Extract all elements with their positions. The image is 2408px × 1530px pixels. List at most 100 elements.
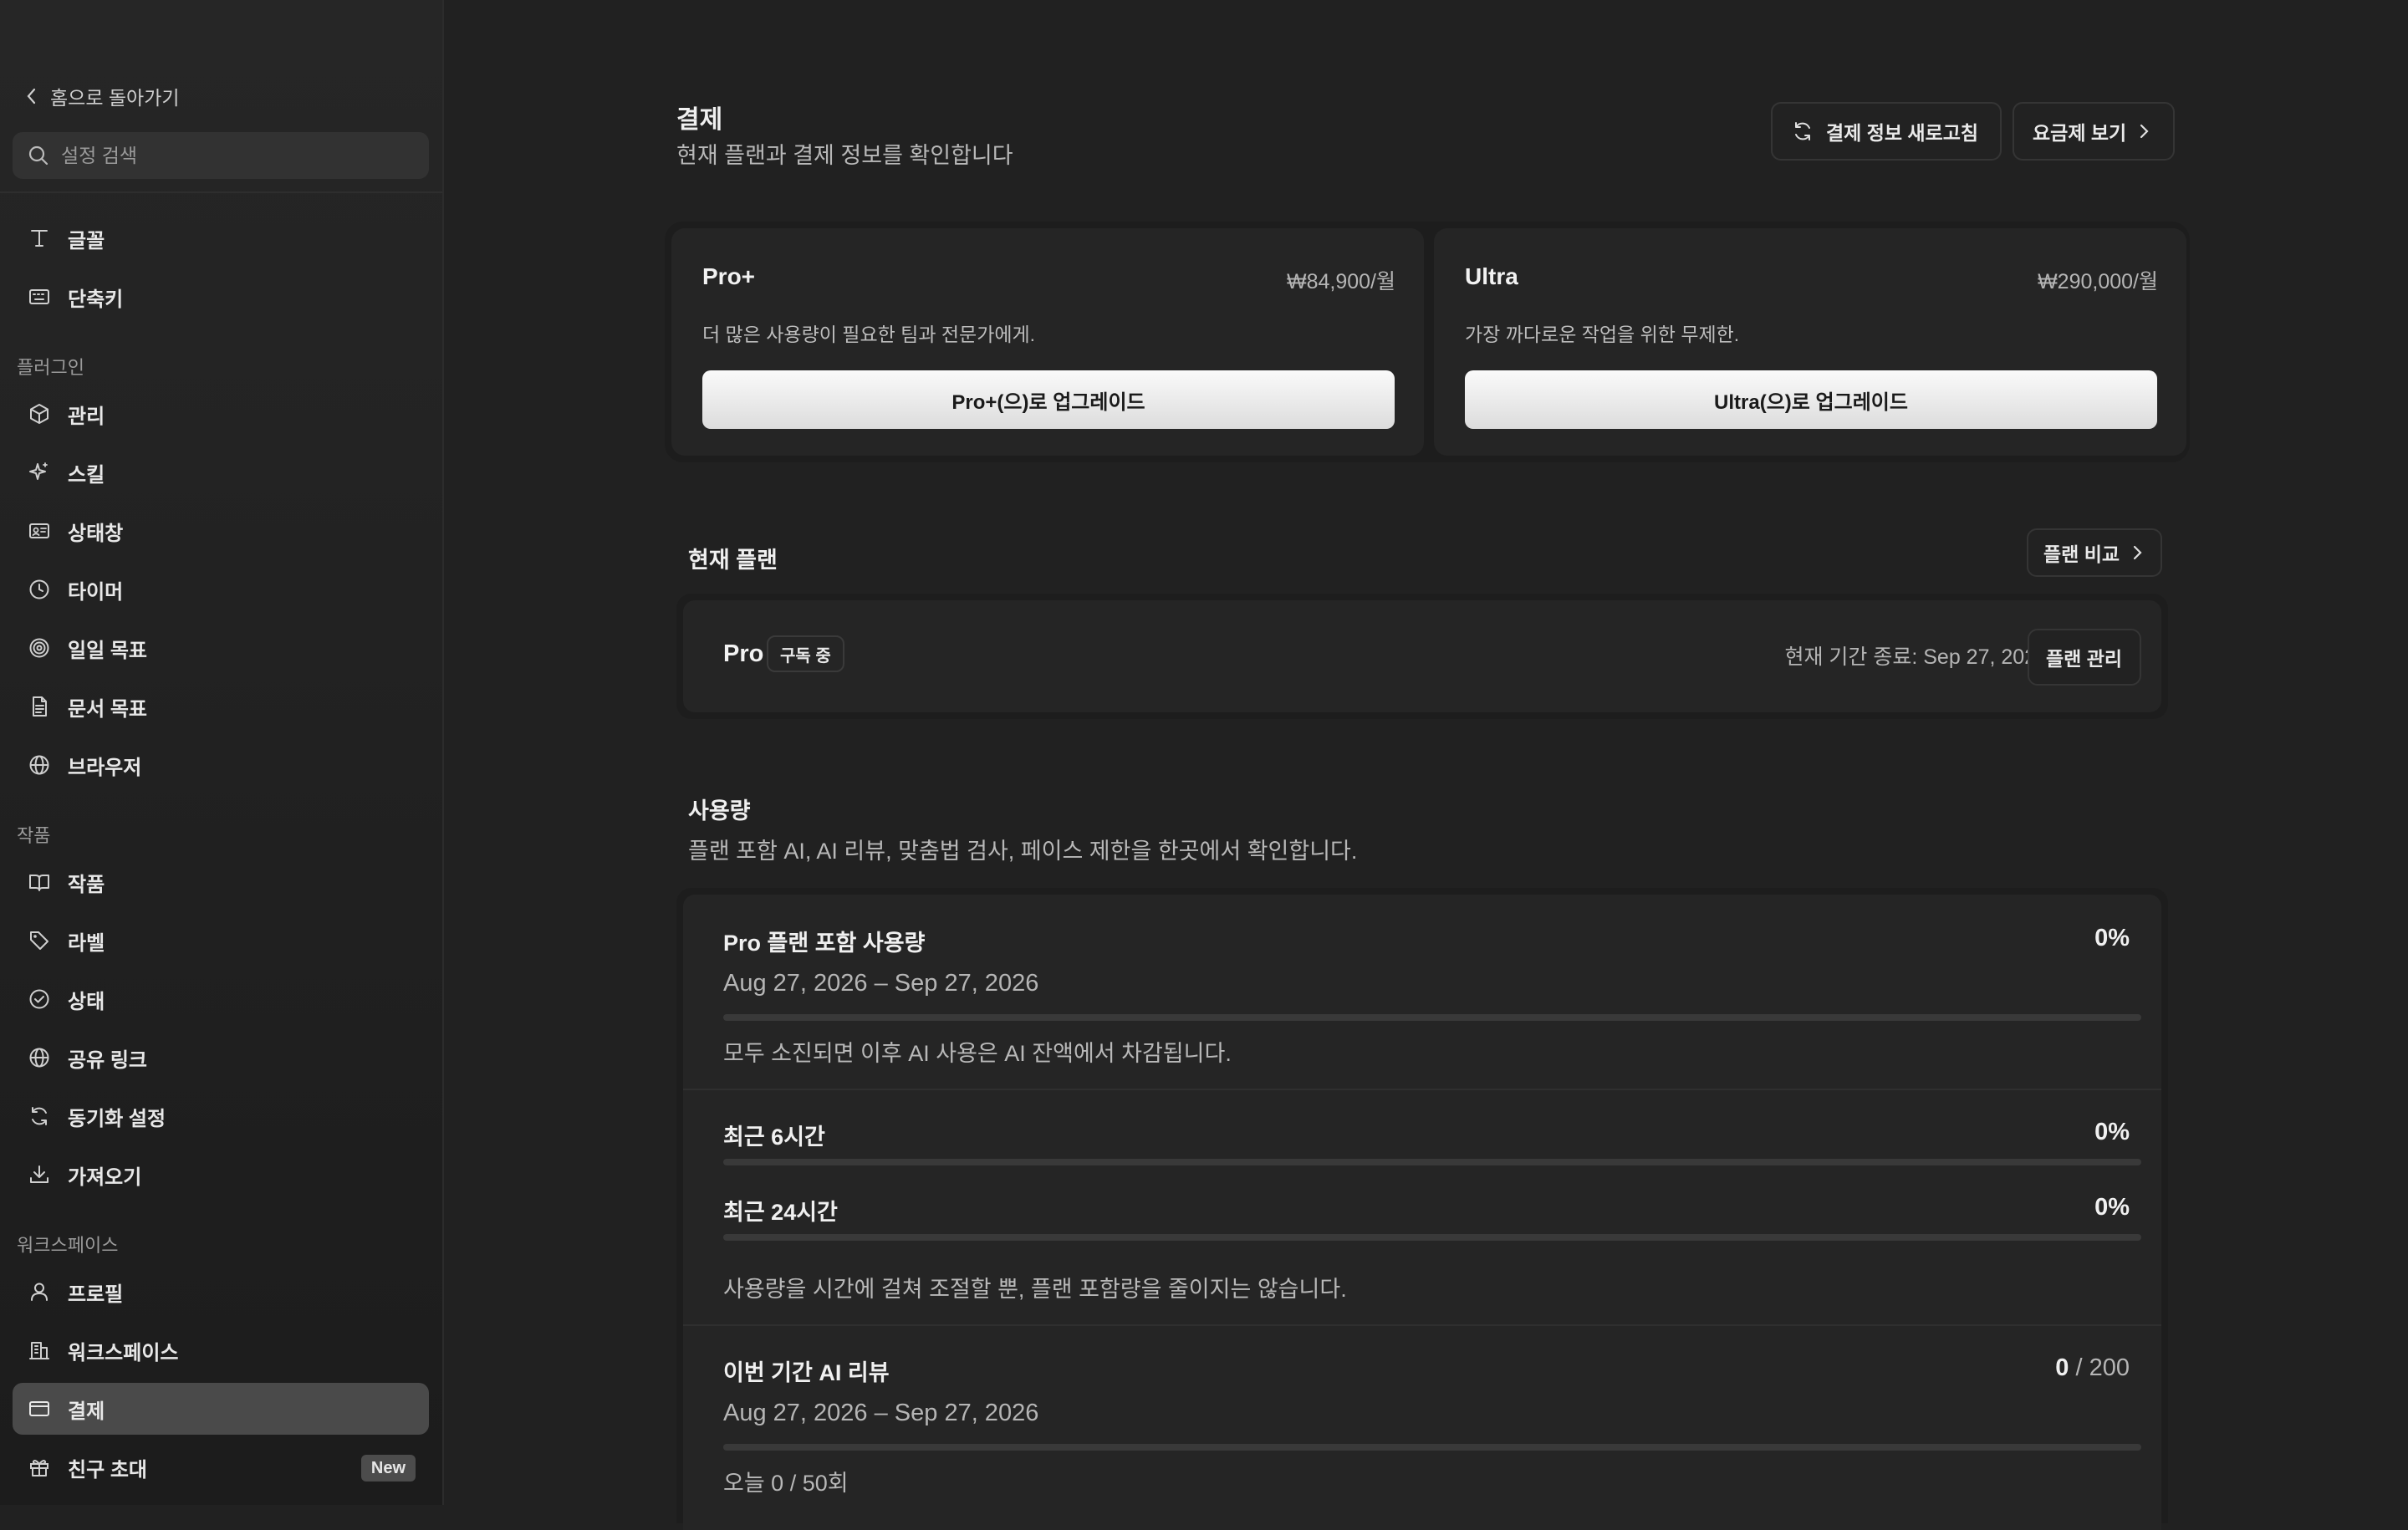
sidebar-item-daily-goal[interactable]: 일일 목표 [13, 622, 429, 674]
chevron-left-icon [27, 88, 36, 105]
sidebar-item-timer[interactable]: 타이머 [13, 564, 429, 615]
sidebar-item-label: 라벨 [68, 931, 105, 955]
sidebar-item-label: 브라우저 [68, 756, 142, 779]
file-text-icon [33, 696, 47, 717]
download-icon [30, 1165, 48, 1183]
included-usage-title: Pro 플랜 포함 사용량 [723, 931, 926, 956]
sidebar-item-billing[interactable]: 결제 [13, 1383, 429, 1435]
last-6h-title: 최근 6시간 [723, 1125, 825, 1150]
included-usage-period: Aug 27, 2026 – Sep 27, 2026 [723, 970, 1039, 997]
globe-icon [29, 755, 49, 775]
sidebar-item-works[interactable]: 작품 [13, 856, 429, 908]
ai-review-count: 0 / 200 [2055, 1354, 2130, 1382]
sidebar-item-label: 동기화 설정 [68, 1107, 166, 1130]
sidebar-item-label: 단축키 [68, 288, 124, 311]
pace-note: 사용량을 시간에 걸쳐 조절할 뿐, 플랜 포함량을 줄이지는 않습니다. [723, 1277, 1347, 1302]
sidebar-item-label: 관리 [68, 405, 105, 428]
sidebar-item-label: 스킬 [68, 463, 105, 487]
upgrade-pro-plus-button[interactable]: Pro+(으)로 업그레이드 [702, 370, 1395, 429]
sidebar-item-import[interactable]: 가져오기 [13, 1149, 429, 1201]
ai-review-today: 오늘 0 / 50회 [723, 1471, 849, 1496]
plan-card-pro-plus: Pro+ ₩84,900/월 더 많은 사용량이 필요한 팀과 전문가에게. P… [671, 228, 1424, 456]
sidebar-item-share-link[interactable]: 공유 링크 [13, 1032, 429, 1084]
target-icon [29, 638, 49, 658]
sparkles-icon [29, 462, 48, 480]
sidebar-item-manage[interactable]: 관리 [13, 388, 429, 440]
sidebar-item-status[interactable]: 상태 [13, 973, 429, 1025]
sidebar-item-labels[interactable]: 라벨 [13, 915, 429, 966]
sidebar-item-label: 결제 [68, 1400, 105, 1423]
sidebar-item-label: 프로필 [68, 1283, 124, 1306]
search-icon [28, 145, 48, 166]
sidebar-item-shortcuts[interactable]: 단축키 [13, 271, 429, 323]
refresh-icon [1795, 122, 1810, 140]
usage-divider [683, 1089, 2161, 1090]
sidebar-item-doc-goal[interactable]: 문서 목표 [13, 681, 429, 732]
view-pricing-label: 요금제 보기 [2033, 122, 2127, 144]
compare-plans-button[interactable]: 플랜 비교 [2027, 528, 2162, 577]
package-icon [30, 404, 48, 424]
credit-card-icon [29, 1401, 49, 1416]
sidebar-item-label: 친구 초대 [68, 1458, 147, 1482]
sidebar-item-label: 워크스페이스 [68, 1341, 179, 1364]
keyboard-icon [29, 289, 49, 304]
sidebar-item-sync-settings[interactable]: 동기화 설정 [13, 1090, 429, 1142]
period-end-text: 현재 기간 종료: Sep 27, 2026 [1784, 645, 2048, 669]
current-plan-title: 현재 플랜 [688, 548, 778, 573]
sidebar-item-label: 상태창 [68, 522, 124, 545]
last-6h-bar [723, 1159, 2141, 1165]
check-circle-icon [29, 989, 49, 1009]
sidebar-item-skills[interactable]: 스킬 [13, 446, 429, 498]
sidebar-item-invite[interactable]: 친구 초대 New [13, 1441, 429, 1493]
gift-icon [30, 1460, 48, 1476]
plan-card-ultra: Ultra ₩290,000/월 가장 까다로운 작업을 위한 무제한. Ult… [1434, 228, 2186, 456]
sidebar-item-label: 일일 목표 [68, 639, 147, 662]
sidebar-item-profile[interactable]: 프로필 [13, 1266, 429, 1318]
plan-description: 더 많은 사용량이 필요한 팀과 전문가에게. [702, 324, 1036, 345]
refresh-billing-label: 결제 정보 새로고침 [1826, 122, 1979, 144]
type-icon [31, 230, 48, 247]
view-pricing-button[interactable]: 요금제 보기 [2013, 102, 2175, 161]
usage-divider [683, 1324, 2161, 1326]
ai-review-bar [723, 1444, 2141, 1451]
sidebar-item-font[interactable]: 글꼴 [13, 212, 429, 264]
compare-plans-label: 플랜 비교 [2043, 543, 2120, 565]
sidebar-item-label: 가져오기 [68, 1165, 142, 1189]
chevron-right-icon [2140, 124, 2149, 139]
chevron-right-icon [2133, 545, 2142, 560]
sidebar-item-label: 타이머 [68, 580, 124, 604]
plan-name: Ultra [1465, 263, 1518, 289]
sidebar-item-statusbar[interactable]: 상태창 [13, 505, 429, 557]
tag-icon [30, 931, 48, 950]
usage-title: 사용량 [688, 798, 751, 824]
sidebar-item-workspace[interactable]: 워크스페이스 [13, 1324, 429, 1376]
included-usage-percent: 0% [2094, 925, 2130, 951]
settings-search[interactable] [13, 132, 429, 179]
upgrade-plans: Pro+ ₩84,900/월 더 많은 사용량이 필요한 팀과 전문가에게. P… [665, 222, 2190, 462]
sidebar-item-label: 공유 링크 [68, 1048, 147, 1072]
upgrade-ultra-button[interactable]: Ultra(으)로 업그레이드 [1465, 370, 2157, 429]
plan-name: Pro+ [702, 263, 756, 289]
sidebar-item-browser[interactable]: 브라우저 [13, 739, 429, 791]
section-label-workspace: 워크스페이스 [17, 1235, 119, 1256]
ai-review-title: 이번 기간 AI 리뷰 [723, 1360, 890, 1385]
subscription-status-badge: 구독 중 [767, 635, 844, 672]
last-6h-percent: 0% [2094, 1119, 2130, 1145]
new-badge: New [360, 1455, 416, 1482]
book-open-icon [29, 875, 49, 891]
back-to-home-link[interactable]: 홈으로 돌아가기 [25, 82, 180, 110]
settings-search-input[interactable] [59, 143, 414, 168]
refresh-billing-button[interactable]: 결제 정보 새로고침 [1771, 102, 2002, 161]
ai-review-period: Aug 27, 2026 – Sep 27, 2026 [723, 1400, 1039, 1426]
current-plan-name: Pro [723, 640, 764, 667]
ai-review-limit: / 200 [2069, 1354, 2130, 1381]
ai-review-used: 0 [2055, 1354, 2069, 1381]
plan-price: ₩290,000/월 [2038, 270, 2158, 293]
included-usage-bar [723, 1014, 2141, 1021]
manage-plan-button[interactable]: 플랜 관리 [2028, 629, 2141, 686]
globe-icon [29, 1048, 49, 1068]
sidebar-divider [0, 191, 442, 193]
sidebar-item-label: 글꼴 [68, 229, 105, 252]
plan-description: 가장 까다로운 작업을 위한 무제한. [1465, 324, 1740, 345]
page-title: 결제 [676, 106, 723, 134]
